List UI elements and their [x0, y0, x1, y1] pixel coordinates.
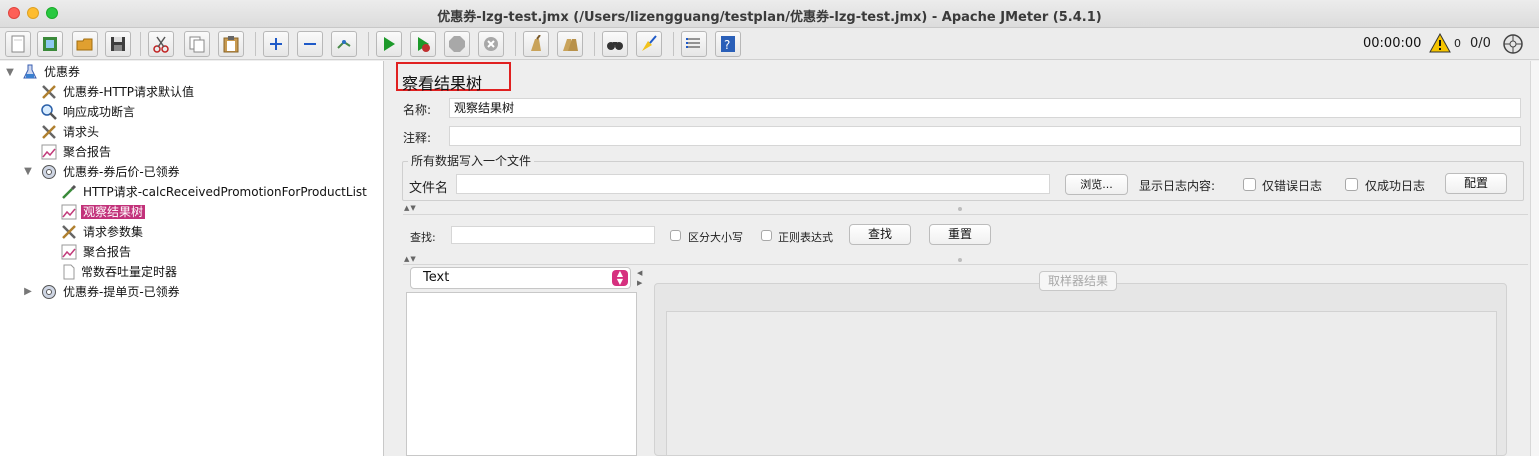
timer-doc-icon — [63, 264, 75, 280]
comment-field[interactable] — [449, 126, 1521, 146]
tree-item-selected[interactable]: 观察结果树 — [81, 202, 146, 222]
filename-label: 文件名 — [409, 181, 449, 196]
reset-button[interactable]: 重置 — [929, 224, 991, 245]
write-to-file-title: 所有数据写入一个文件 — [408, 152, 535, 169]
stop-icon[interactable] — [444, 31, 470, 57]
tree-item[interactable]: 优惠券-提单页-已领券 — [61, 282, 182, 302]
shutdown-icon[interactable] — [478, 31, 504, 57]
tree-item[interactable]: 优惠券 — [42, 62, 82, 82]
tree-item[interactable]: 请求参数集 — [81, 222, 145, 242]
page-title: 察看结果树 — [402, 74, 483, 93]
search-label: 查找: — [410, 231, 436, 244]
find-button[interactable]: 查找 — [849, 224, 911, 245]
tree-item[interactable]: HTTP请求-calcReceivedPromotionForProductLi… — [81, 182, 369, 202]
log-content-label: 显示日志内容: — [1139, 179, 1216, 193]
case-sensitive-checkbox[interactable] — [670, 230, 681, 241]
name-field[interactable]: 观察结果树 — [449, 98, 1521, 118]
test-plan-icon — [23, 64, 37, 79]
function-helper-icon[interactable] — [681, 31, 707, 57]
tree-item[interactable]: 常数吞吐量定时器 — [79, 262, 179, 282]
renderer-select-value: Text — [423, 270, 450, 285]
clear-icon[interactable] — [523, 31, 549, 57]
assertion-magnifier-icon — [41, 104, 57, 120]
remote-status-icon[interactable] — [1502, 33, 1524, 55]
config-wrench-icon — [62, 225, 76, 239]
thread-count: 0/0 — [1470, 36, 1491, 51]
copy-icon[interactable] — [184, 31, 210, 57]
success-only-checkbox[interactable] — [1345, 178, 1358, 191]
case-sensitive-label: 区分大小写 — [688, 231, 743, 244]
divider — [403, 264, 1528, 265]
chevron-down-icon[interactable]: ▼ — [22, 162, 34, 182]
window-title-bar: 优惠券-lzg-test.jmx (/Users/lizengguang/tes… — [0, 0, 1539, 28]
paste-icon[interactable] — [218, 31, 244, 57]
tree-item[interactable]: 优惠券-券后价-已领券 — [61, 162, 182, 182]
start-no-pause-icon[interactable] — [410, 31, 436, 57]
listener-chart-icon — [61, 204, 77, 220]
chevron-right-icon[interactable]: ▶ — [22, 282, 34, 302]
configure-button[interactable]: 配置 — [1445, 173, 1507, 194]
regex-checkbox[interactable] — [761, 230, 772, 241]
split-toggle-arrows[interactable]: ▲▼ — [404, 255, 417, 263]
success-only-label: 仅成功日志 — [1365, 179, 1426, 193]
clear-all-icon[interactable] — [557, 31, 583, 57]
new-icon[interactable] — [5, 31, 31, 57]
open-icon[interactable] — [72, 31, 98, 57]
errors-only-checkbox[interactable] — [1243, 178, 1256, 191]
listener-chart-icon — [61, 244, 77, 260]
search-input[interactable] — [451, 226, 655, 244]
comment-label: 注释: — [403, 131, 432, 145]
chevron-down-icon[interactable]: ▼ — [4, 63, 16, 83]
cut-icon[interactable] — [148, 31, 174, 57]
warning-count: 0 — [1454, 37, 1461, 50]
split-handle[interactable] — [958, 258, 962, 262]
name-label: 名称: — [403, 103, 432, 117]
templates-icon[interactable] — [37, 31, 63, 57]
sample-result-list[interactable] — [406, 292, 637, 456]
tree-item[interactable]: 优惠券-HTTP请求默认值 — [61, 82, 196, 102]
chevron-up-down-icon: ▲ ▼ — [612, 270, 628, 286]
tree-item[interactable]: 请求头 — [61, 122, 101, 142]
elapsed-timer: 00:00:00 — [1363, 36, 1422, 51]
main-toolbar: ? 00:00:00 0 0/0 — [0, 28, 1539, 60]
search-icon[interactable] — [602, 31, 628, 57]
thread-group-gear-icon — [42, 165, 56, 179]
split-handle[interactable] — [958, 207, 962, 211]
listener-chart-icon — [41, 144, 57, 160]
sampler-result-content — [666, 311, 1497, 456]
tree-item[interactable]: 聚合报告 — [81, 242, 133, 262]
split-toggle-arrows[interactable]: ▲▼ — [404, 204, 417, 212]
sampler-pipette-icon — [62, 184, 77, 199]
panel-scrollbar[interactable] — [1530, 61, 1539, 456]
divider — [403, 214, 1528, 215]
start-icon[interactable] — [376, 31, 402, 57]
regex-label: 正则表达式 — [778, 231, 833, 244]
config-wrench-icon — [42, 85, 56, 99]
config-wrench-icon — [42, 125, 56, 139]
help-icon[interactable]: ? — [715, 31, 741, 57]
tab-sampler-result[interactable]: 取样器结果 — [1039, 271, 1118, 291]
expand-icon[interactable] — [263, 31, 289, 57]
vertical-split-arrows[interactable]: ◀ ▶ — [637, 268, 642, 288]
browse-button[interactable]: 浏览... — [1065, 174, 1128, 195]
toggle-icon[interactable] — [331, 31, 357, 57]
window-title: 优惠券-lzg-test.jmx (/Users/lizengguang/tes… — [437, 10, 1102, 25]
collapse-icon[interactable] — [297, 31, 323, 57]
renderer-select[interactable]: Text ▲ ▼ — [410, 267, 631, 289]
reset-search-icon[interactable] — [636, 31, 662, 57]
errors-only-label: 仅错误日志 — [1262, 179, 1323, 193]
save-icon[interactable] — [105, 31, 131, 57]
tree-item[interactable]: 响应成功断言 — [61, 102, 137, 122]
test-plan-tree: ▼ 优惠券 优惠券-HTTP请求默认值 响应成功断言 请求头 聚合报告 ▼ 优惠… — [0, 61, 384, 456]
tree-item[interactable]: 聚合报告 — [61, 142, 113, 162]
warning-icon[interactable] — [1429, 33, 1451, 53]
thread-group-gear-icon — [42, 285, 56, 299]
filename-field[interactable] — [456, 174, 1050, 194]
svg-text:?: ? — [724, 38, 730, 52]
